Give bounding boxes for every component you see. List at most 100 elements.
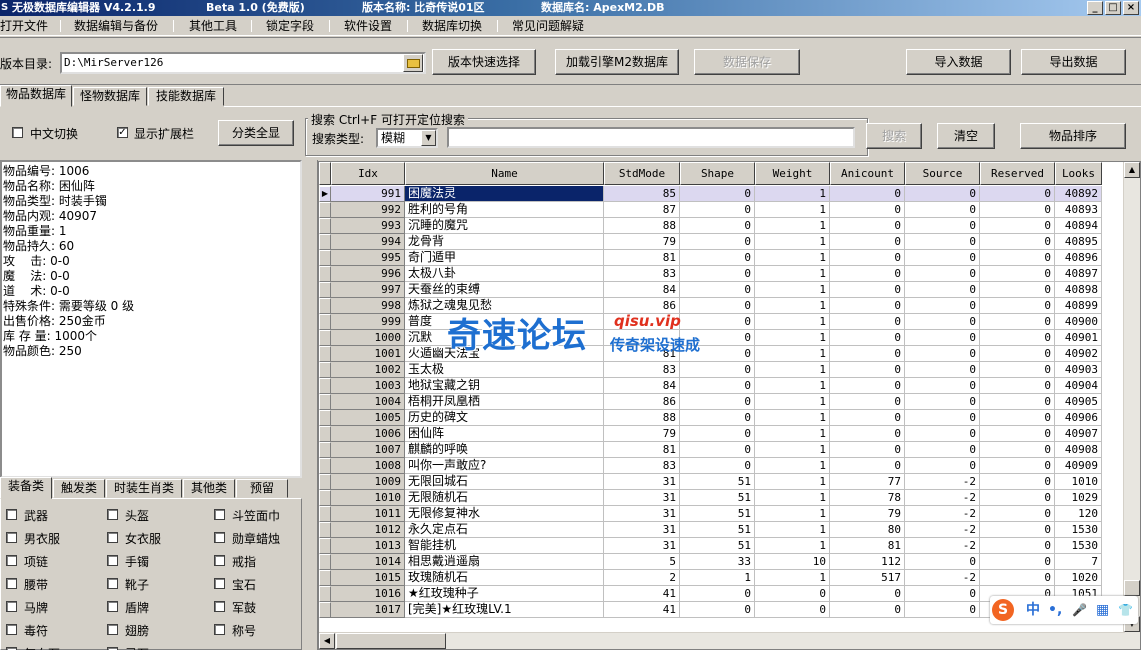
table-row[interactable]: 1003 地狱宝藏之钥 84 0 1 0 0 0 40904: [319, 378, 1125, 394]
row-indicator[interactable]: [319, 362, 331, 378]
category-checkbox[interactable]: [6, 532, 17, 543]
import-data-button[interactable]: 导入数据: [906, 49, 1011, 75]
search-button[interactable]: 搜索: [866, 123, 922, 149]
cell-weight[interactable]: 1: [755, 538, 830, 554]
table-row[interactable]: 994 龙骨背 79 0 1 0 0 0 40895: [319, 234, 1125, 250]
cell-idx[interactable]: 1004: [331, 394, 405, 410]
cell-name[interactable]: 奇门遁甲: [405, 250, 604, 266]
cell-stdmode[interactable]: 86: [604, 298, 680, 314]
cell-name[interactable]: 炼狱之魂鬼见愁: [405, 298, 604, 314]
table-row[interactable]: 997 天蚕丝的束缚 84 0 1 0 0 0 40898: [319, 282, 1125, 298]
category-checkbox[interactable]: [214, 532, 225, 543]
cell-name[interactable]: 相思戴逍遥扇: [405, 554, 604, 570]
hscroll-thumb[interactable]: [336, 633, 446, 649]
cell-reserved[interactable]: 0: [980, 362, 1055, 378]
cell-name[interactable]: 玫瑰随机石: [405, 570, 604, 586]
cell-stdmode[interactable]: 86: [604, 394, 680, 410]
skin-icon[interactable]: 👕: [1118, 601, 1133, 619]
search-type-select[interactable]: 模糊 ▼: [376, 128, 438, 148]
cell-anicount[interactable]: 0: [830, 202, 905, 218]
cell-stdmode[interactable]: 31: [604, 506, 680, 522]
cell-name[interactable]: 太极八卦: [405, 266, 604, 282]
cell-anicount[interactable]: 81: [830, 538, 905, 554]
cell-stdmode[interactable]: 83: [604, 458, 680, 474]
cell-looks[interactable]: 7: [1055, 554, 1102, 570]
cell-idx[interactable]: 1008: [331, 458, 405, 474]
table-row[interactable]: ▶ 991 困魔法灵 85 0 1 0 0 0 40892: [319, 186, 1125, 202]
table-row[interactable]: 1006 困仙阵 79 0 1 0 0 0 40907: [319, 426, 1125, 442]
cell-shape[interactable]: 0: [680, 442, 755, 458]
cell-looks[interactable]: 40905: [1055, 394, 1102, 410]
cell-looks[interactable]: 40898: [1055, 282, 1102, 298]
cell-weight[interactable]: 0: [755, 602, 830, 618]
cell-weight[interactable]: 1: [755, 298, 830, 314]
cell-idx[interactable]: 996: [331, 266, 405, 282]
category-checkbox[interactable]: [6, 578, 17, 589]
cell-idx[interactable]: 992: [331, 202, 405, 218]
save-data-button[interactable]: 数据保存: [694, 49, 800, 75]
cell-reserved[interactable]: 0: [980, 330, 1055, 346]
column-header-idx[interactable]: Idx: [331, 162, 405, 185]
cell-stdmode[interactable]: 81: [604, 442, 680, 458]
cell-reserved[interactable]: 0: [980, 410, 1055, 426]
category-checkbox[interactable]: [107, 624, 118, 635]
cell-looks[interactable]: 40896: [1055, 250, 1102, 266]
cell-looks[interactable]: 120: [1055, 506, 1102, 522]
cell-shape[interactable]: 0: [680, 602, 755, 618]
category-checkbox[interactable]: [6, 509, 17, 520]
tab-equipment[interactable]: 装备类: [0, 477, 52, 499]
row-indicator[interactable]: [319, 602, 331, 618]
cell-name[interactable]: [完美]★红玫瑰LV.1: [405, 602, 604, 618]
cell-weight[interactable]: 1: [755, 234, 830, 250]
cell-weight[interactable]: 1: [755, 186, 830, 202]
load-engine-db-button[interactable]: 加载引擎M2数据库: [555, 49, 679, 75]
cell-shape[interactable]: 0: [680, 458, 755, 474]
cell-stdmode[interactable]: 83: [604, 266, 680, 282]
column-header-name[interactable]: Name: [405, 162, 604, 185]
maximize-button[interactable]: □: [1105, 1, 1121, 15]
cell-idx[interactable]: 995: [331, 250, 405, 266]
cell-stdmode[interactable]: 88: [604, 410, 680, 426]
cell-idx[interactable]: 1009: [331, 474, 405, 490]
cell-reserved[interactable]: 0: [980, 554, 1055, 570]
row-indicator[interactable]: [319, 538, 331, 554]
cell-looks[interactable]: 1010: [1055, 474, 1102, 490]
scroll-left-button[interactable]: ◀: [319, 633, 335, 649]
cell-reserved[interactable]: 0: [980, 282, 1055, 298]
cell-idx[interactable]: 1013: [331, 538, 405, 554]
cell-anicount[interactable]: 0: [830, 186, 905, 202]
row-indicator[interactable]: [319, 250, 331, 266]
cell-anicount[interactable]: 0: [830, 378, 905, 394]
row-indicator[interactable]: [319, 202, 331, 218]
cell-stdmode[interactable]: 88: [604, 218, 680, 234]
column-header-anicount[interactable]: Anicount: [830, 162, 905, 185]
cell-anicount[interactable]: 0: [830, 250, 905, 266]
category-checkbox[interactable]: [214, 624, 225, 635]
cell-idx[interactable]: 991: [331, 186, 405, 202]
cell-reserved[interactable]: 0: [980, 458, 1055, 474]
cell-idx[interactable]: 1006: [331, 426, 405, 442]
table-row[interactable]: 996 太极八卦 83 0 1 0 0 0 40897: [319, 266, 1125, 282]
cell-shape[interactable]: 0: [680, 410, 755, 426]
cell-anicount[interactable]: 0: [830, 346, 905, 362]
cell-source[interactable]: 0: [905, 586, 980, 602]
cell-name[interactable]: 叫你一声敢应?: [405, 458, 604, 474]
cell-stdmode[interactable]: [604, 314, 680, 330]
cell-anicount[interactable]: 0: [830, 266, 905, 282]
cell-shape[interactable]: 0: [680, 282, 755, 298]
cell-reserved[interactable]: 0: [980, 234, 1055, 250]
cell-idx[interactable]: 1003: [331, 378, 405, 394]
row-indicator[interactable]: [319, 266, 331, 282]
show-ext-checkbox[interactable]: ✓: [117, 127, 128, 138]
column-header-weight[interactable]: Weight: [755, 162, 830, 185]
cell-source[interactable]: -2: [905, 538, 980, 554]
microphone-icon[interactable]: 🎤: [1072, 601, 1087, 619]
cell-looks[interactable]: 40893: [1055, 202, 1102, 218]
cell-stdmode[interactable]: 84: [604, 378, 680, 394]
row-indicator[interactable]: [319, 442, 331, 458]
cell-source[interactable]: 0: [905, 330, 980, 346]
row-indicator[interactable]: ▶: [319, 186, 331, 202]
tab-skill-db[interactable]: 技能数据库: [148, 87, 224, 106]
cell-idx[interactable]: 1012: [331, 522, 405, 538]
cell-weight[interactable]: 1: [755, 330, 830, 346]
